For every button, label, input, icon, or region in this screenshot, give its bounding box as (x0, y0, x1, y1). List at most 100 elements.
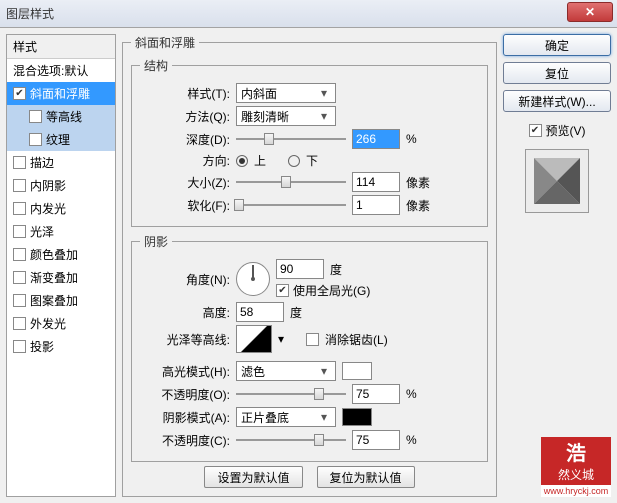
highlight-opacity-label: 不透明度(O): (140, 386, 230, 403)
style-item-label: 外发光 (30, 315, 66, 332)
technique-label: 方法(Q): (140, 108, 230, 125)
style-item-内阴影[interactable]: 内阴影 (7, 174, 115, 197)
center-panel: 斜面和浮雕 结构 样式(T): 内斜面 ▾ 方法(Q): 雕刻清晰 ▾ (122, 34, 497, 497)
size-slider[interactable] (236, 173, 346, 191)
chevron-down-icon: ▾ (317, 109, 331, 123)
global-light-checkbox[interactable] (276, 284, 289, 297)
shadow-mode-label: 阴影模式(A): (140, 409, 230, 426)
altitude-input[interactable]: 58 (236, 302, 284, 322)
depth-label: 深度(D): (140, 131, 230, 148)
chevron-down-icon: ▾ (317, 86, 331, 100)
style-item-label: 光泽 (30, 223, 54, 240)
preview-label: 预览(V) (546, 122, 586, 139)
style-item-label: 内发光 (30, 200, 66, 217)
shadow-mode-combo[interactable]: 正片叠底 ▾ (236, 407, 336, 427)
gloss-contour-label: 光泽等高线: (140, 331, 230, 348)
style-item-label: 等高线 (46, 108, 82, 125)
size-input[interactable]: 114 (352, 172, 400, 192)
chevron-down-icon: ▾ (317, 364, 331, 378)
highlight-mode-label: 高光模式(H): (140, 363, 230, 380)
angle-input[interactable]: 90 (276, 259, 324, 279)
style-item-投影[interactable]: 投影 (7, 335, 115, 358)
size-label: 大小(Z): (140, 174, 230, 191)
antialias-checkbox[interactable] (306, 333, 319, 346)
style-checkbox[interactable] (13, 340, 26, 353)
highlight-opacity-slider[interactable] (236, 385, 346, 403)
shadow-opacity-slider[interactable] (236, 431, 346, 449)
new-style-button[interactable]: 新建样式(W)... (503, 90, 611, 112)
right-panel: 确定 复位 新建样式(W)... 预览(V) (503, 34, 611, 497)
style-item-斜面和浮雕[interactable]: 斜面和浮雕 (7, 82, 115, 105)
direction-label: 方向: (140, 152, 230, 169)
reset-default-button[interactable]: 复位为默认值 (317, 466, 415, 488)
dialog-body: 样式 混合选项:默认 斜面和浮雕等高线纹理描边内阴影内发光光泽颜色叠加渐变叠加图… (0, 28, 617, 503)
preview-checkbox[interactable] (529, 124, 542, 137)
angle-control[interactable] (236, 262, 270, 296)
style-item-label: 纹理 (46, 131, 70, 148)
direction-up-radio[interactable] (236, 155, 248, 167)
style-checkbox[interactable] (13, 294, 26, 307)
chevron-down-icon[interactable]: ▾ (278, 332, 284, 346)
ok-button[interactable]: 确定 (503, 34, 611, 56)
style-checkbox[interactable] (29, 133, 42, 146)
style-checkbox[interactable] (13, 87, 26, 100)
style-checkbox[interactable] (29, 110, 42, 123)
style-item-label: 描边 (30, 154, 54, 171)
style-combo[interactable]: 内斜面 ▾ (236, 83, 336, 103)
gloss-contour-picker[interactable] (236, 325, 272, 353)
close-button[interactable]: ✕ (567, 2, 613, 22)
soften-label: 软化(F): (140, 197, 230, 214)
style-item-颜色叠加[interactable]: 颜色叠加 (7, 243, 115, 266)
window-title: 图层样式 (6, 5, 54, 22)
style-item-等高线[interactable]: 等高线 (7, 105, 115, 128)
style-item-外发光[interactable]: 外发光 (7, 312, 115, 335)
watermark: 浩 然义城 www.hryckj.com (541, 437, 611, 497)
preview-thumbnail (525, 149, 589, 213)
style-checkbox[interactable] (13, 156, 26, 169)
angle-label: 角度(N): (140, 271, 230, 288)
highlight-mode-combo[interactable]: 滤色 ▾ (236, 361, 336, 381)
style-item-label: 渐变叠加 (30, 269, 78, 286)
cancel-button[interactable]: 复位 (503, 62, 611, 84)
highlight-color-swatch[interactable] (342, 362, 372, 380)
styles-list: 样式 混合选项:默认 斜面和浮雕等高线纹理描边内阴影内发光光泽颜色叠加渐变叠加图… (6, 34, 116, 497)
style-checkbox[interactable] (13, 317, 26, 330)
style-checkbox[interactable] (13, 202, 26, 215)
style-item-label: 斜面和浮雕 (30, 85, 90, 102)
style-item-label: 内阴影 (30, 177, 66, 194)
bevel-legend: 斜面和浮雕 (131, 34, 199, 51)
style-item-label: 颜色叠加 (30, 246, 78, 263)
depth-input[interactable]: 266 (352, 129, 400, 149)
style-item-光泽[interactable]: 光泽 (7, 220, 115, 243)
soften-slider[interactable] (236, 196, 346, 214)
style-item-纹理[interactable]: 纹理 (7, 128, 115, 151)
make-default-button[interactable]: 设置为默认值 (204, 466, 302, 488)
style-item-渐变叠加[interactable]: 渐变叠加 (7, 266, 115, 289)
style-item-描边[interactable]: 描边 (7, 151, 115, 174)
style-item-内发光[interactable]: 内发光 (7, 197, 115, 220)
direction-down-radio[interactable] (288, 155, 300, 167)
blend-options-item[interactable]: 混合选项:默认 (7, 59, 115, 82)
soften-input[interactable]: 1 (352, 195, 400, 215)
depth-slider[interactable] (236, 130, 346, 148)
style-checkbox[interactable] (13, 179, 26, 192)
style-item-label: 投影 (30, 338, 54, 355)
shadow-color-swatch[interactable] (342, 408, 372, 426)
styles-header: 样式 (7, 35, 115, 59)
shadow-opacity-label: 不透明度(C): (140, 432, 230, 449)
shading-group: 阴影 角度(N): 90 度 使用全局光(G) (131, 233, 488, 462)
style-item-图案叠加[interactable]: 图案叠加 (7, 289, 115, 312)
technique-combo[interactable]: 雕刻清晰 ▾ (236, 106, 336, 126)
style-item-label: 图案叠加 (30, 292, 78, 309)
style-checkbox[interactable] (13, 271, 26, 284)
structure-group: 结构 样式(T): 内斜面 ▾ 方法(Q): 雕刻清晰 ▾ 深度( (131, 57, 488, 227)
bevel-emboss-group: 斜面和浮雕 结构 样式(T): 内斜面 ▾ 方法(Q): 雕刻清晰 ▾ (122, 34, 497, 497)
style-checkbox[interactable] (13, 248, 26, 261)
shadow-opacity-input[interactable]: 75 (352, 430, 400, 450)
highlight-opacity-input[interactable]: 75 (352, 384, 400, 404)
title-bar: 图层样式 ✕ (0, 0, 617, 28)
style-checkbox[interactable] (13, 225, 26, 238)
altitude-label: 高度: (140, 304, 230, 321)
style-label: 样式(T): (140, 85, 230, 102)
chevron-down-icon: ▾ (317, 410, 331, 424)
